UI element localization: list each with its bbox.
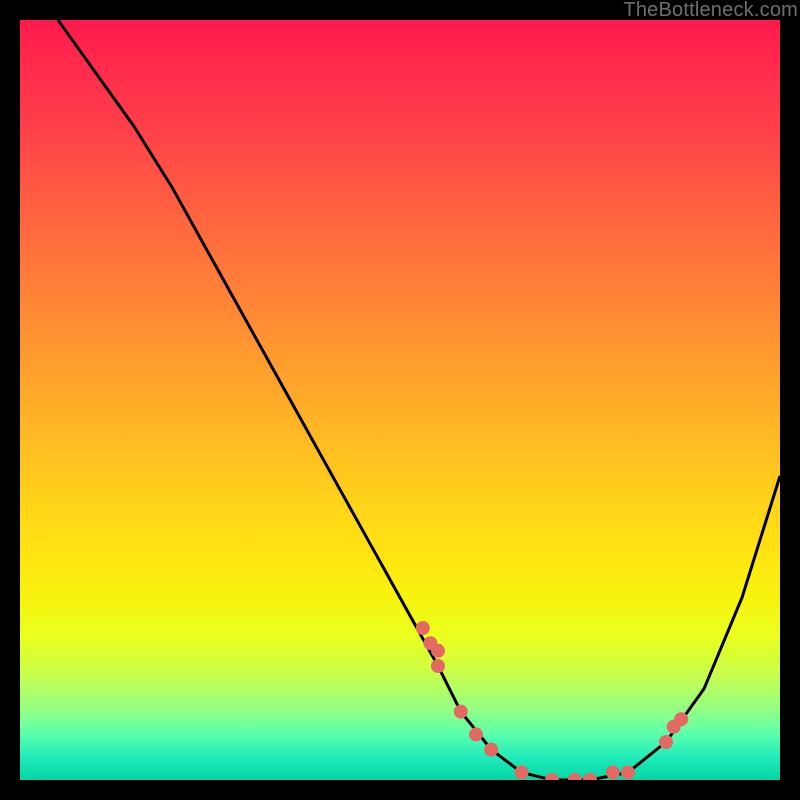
marker-point: [416, 621, 430, 635]
marker-point: [674, 712, 688, 726]
chart-svg: [20, 20, 780, 780]
marker-point: [621, 765, 635, 779]
marker-point: [431, 659, 445, 673]
curve-line: [58, 20, 780, 780]
marker-point: [469, 727, 483, 741]
marker-point: [515, 765, 529, 779]
chart-frame: [20, 20, 780, 780]
marker-point: [606, 765, 620, 779]
marker-point: [454, 705, 468, 719]
marker-point: [484, 743, 498, 757]
marker-point: [568, 773, 582, 780]
marker-point: [659, 735, 673, 749]
marker-point: [431, 644, 445, 658]
marker-point: [583, 773, 597, 780]
marker-point: [545, 773, 559, 780]
watermark-text: TheBottleneck.com: [623, 0, 798, 22]
